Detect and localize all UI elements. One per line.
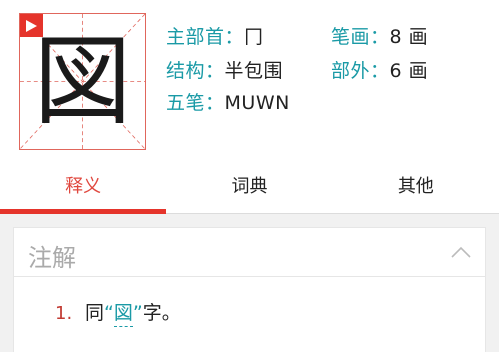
section-title: 注解 bbox=[28, 244, 76, 272]
radical-label: 主部首： bbox=[166, 26, 245, 48]
wubi-value: MUWN bbox=[224, 92, 290, 114]
entry-text: 同“図”字。 bbox=[85, 298, 181, 327]
radical-value: 冂 bbox=[244, 26, 264, 48]
strokes-label: 笔画： bbox=[331, 26, 390, 48]
section-divider bbox=[14, 276, 485, 277]
annotation-card: 注解 1. 同“図”字。 bbox=[13, 227, 486, 352]
entry-open-quote: “ bbox=[104, 302, 114, 324]
character-header: 図 主部首：冂 笔画：8 画 结构：半包围 部外：6 画 五笔：MUWN bbox=[0, 0, 499, 162]
tab-definition[interactable]: 释义 bbox=[0, 162, 167, 214]
chevron-up-icon[interactable] bbox=[451, 246, 471, 258]
structure-value: 半包围 bbox=[224, 60, 284, 82]
wubi-info: 五笔：MUWN bbox=[166, 88, 290, 115]
play-icon bbox=[26, 19, 37, 32]
radical-info: 主部首：冂 bbox=[166, 22, 264, 49]
tab-other[interactable]: 其他 bbox=[333, 162, 499, 213]
outer-strokes-value: 6 画 bbox=[389, 60, 429, 82]
entry-suffix: 字。 bbox=[142, 302, 181, 324]
character-grid-box: 図 bbox=[19, 13, 146, 150]
strokes-value: 8 画 bbox=[389, 26, 429, 48]
strokes-info: 笔画：8 画 bbox=[331, 22, 428, 49]
structure-info: 结构：半包围 bbox=[166, 56, 283, 83]
entry-prefix: 同 bbox=[85, 302, 105, 324]
definition-entry: 1. 同“図”字。 bbox=[55, 298, 181, 327]
tab-dictionary[interactable]: 词典 bbox=[166, 162, 332, 213]
entry-close-quote: ” bbox=[132, 302, 143, 324]
play-pronunciation-button[interactable] bbox=[20, 14, 43, 37]
outer-strokes-info: 部外：6 画 bbox=[331, 56, 428, 83]
wubi-label: 五笔： bbox=[166, 92, 225, 114]
content-area: 注解 1. 同“図”字。 bbox=[0, 214, 499, 352]
structure-label: 结构： bbox=[166, 60, 225, 82]
outer-strokes-label: 部外： bbox=[331, 60, 390, 82]
character-reference-link[interactable]: 図 bbox=[113, 302, 133, 327]
tab-bar: 释义 词典 其他 bbox=[0, 162, 499, 214]
entry-number: 1. bbox=[55, 303, 73, 324]
